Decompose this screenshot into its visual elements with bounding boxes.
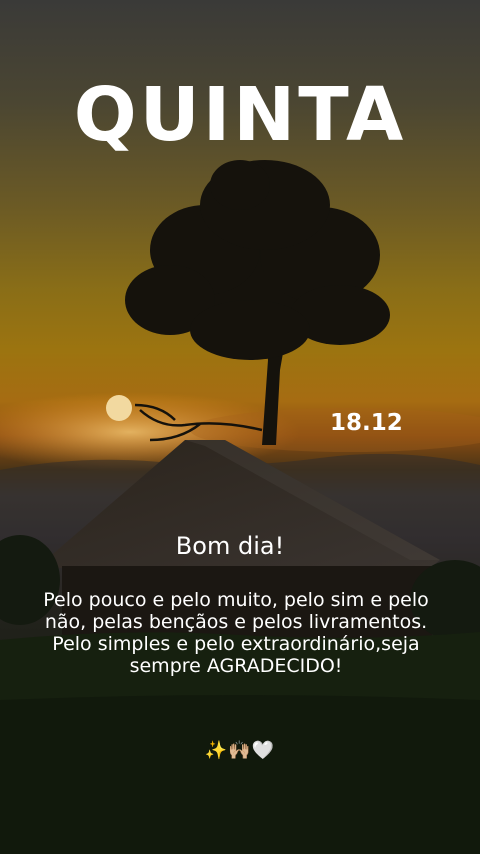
story-card: QUINTA 18.12 Bom dia! Pelo pouco e pelo … [0,0,480,854]
greeting-text: Bom dia! [175,532,285,560]
date-label: 18.12 [330,410,403,436]
sun [106,395,132,421]
emoji-line: ✨🙌🏼🤍 [204,740,276,761]
tree-canopy [125,160,390,360]
grass-texture [0,695,480,854]
message-text: Pelo pouco e pelo muito, pelo sim e pelo… [43,589,429,677]
day-title: QUINTA [73,72,407,158]
